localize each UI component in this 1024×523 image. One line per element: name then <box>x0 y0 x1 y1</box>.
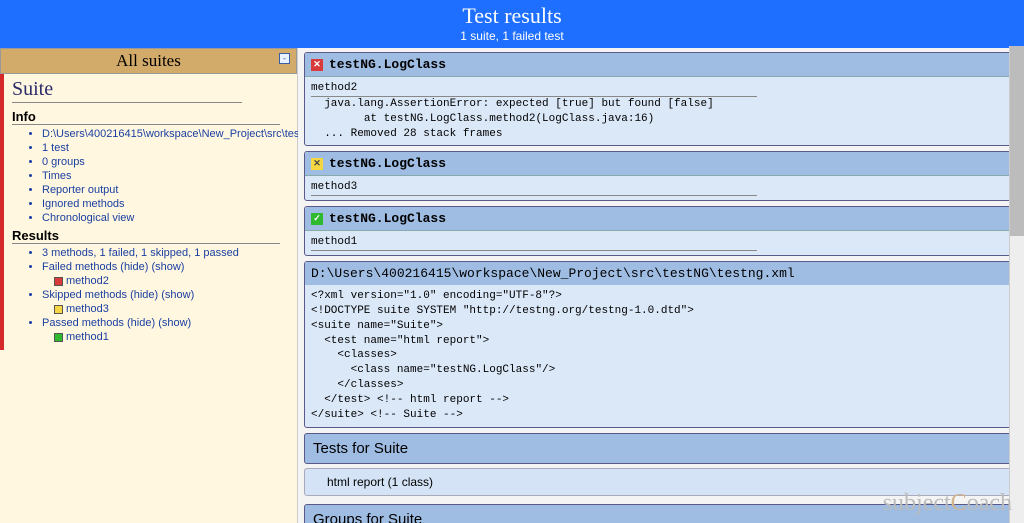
pass-icon <box>54 333 63 342</box>
fail-icon <box>54 277 63 286</box>
main-content: ✕ testNG.LogClass method2 java.lang.Asse… <box>298 48 1024 523</box>
class-name: testNG.LogClass <box>329 156 446 171</box>
xml-path-header: D:\Users\400216415\workspace\New_Project… <box>305 262 1015 285</box>
info-reporter-link[interactable]: Reporter output <box>42 184 118 196</box>
method-name: method3 <box>311 180 757 196</box>
error-line-1: java.lang.AssertionError: expected [true… <box>311 98 714 110</box>
sidebar: All suites - Suite Info D:\Users\4002164… <box>0 48 298 523</box>
info-label: Info <box>12 106 289 124</box>
header-subtitle: 1 suite, 1 failed test <box>0 29 1024 43</box>
suite-title: Suite <box>12 78 289 102</box>
xml-content: <?xml version="1.0" encoding="UTF-8"?> <… <box>305 285 1015 427</box>
results-summary: 3 methods, 1 failed, 1 skipped, 1 passed <box>42 247 239 259</box>
skip-status-icon: ✕ <box>311 158 323 170</box>
passed-method-link[interactable]: method1 <box>66 331 109 343</box>
skipped-method-link[interactable]: method3 <box>66 303 109 315</box>
suite-block: Suite Info D:\Users\400216415\workspace\… <box>0 74 297 350</box>
method-name: method2 <box>311 81 757 97</box>
skipped-test-panel: ✕ testNG.LogClass method3 <box>304 151 1016 201</box>
panel-header[interactable]: ✓ testNG.LogClass <box>305 207 1015 231</box>
info-list: D:\Users\400216415\workspace\New_Project… <box>12 127 289 225</box>
failed-hide-link[interactable]: (hide) <box>120 261 148 273</box>
failed-method-link[interactable]: method2 <box>66 275 109 287</box>
passed-test-panel: ✓ testNG.LogClass method1 <box>304 206 1016 256</box>
page-title: Test results <box>0 3 1024 29</box>
info-groups: 0 groups <box>42 156 85 168</box>
groups-for-suite-header: Groups for Suite <box>304 504 1016 523</box>
collapse-icon[interactable]: - <box>279 53 290 64</box>
panel-header[interactable]: ✕ testNG.LogClass <box>305 152 1015 176</box>
passed-hide-link[interactable]: (hide) <box>127 317 155 329</box>
error-line-2: at testNG.LogClass.method2(LogClass.java… <box>311 113 654 125</box>
fail-status-icon: ✕ <box>311 59 323 71</box>
panel-body: method3 <box>305 176 1015 200</box>
header: Test results 1 suite, 1 failed test <box>0 0 1024 48</box>
skipped-show-link[interactable]: (show) <box>161 289 194 301</box>
passed-show-link[interactable]: (show) <box>158 317 191 329</box>
error-line-3: ... Removed 28 stack frames <box>311 128 502 140</box>
all-suites-label: All suites <box>116 51 181 70</box>
skipped-methods-label: Skipped methods <box>42 289 127 301</box>
info-times-link[interactable]: Times <box>42 170 72 182</box>
all-suites-header[interactable]: All suites - <box>0 48 297 74</box>
info-chrono-link[interactable]: Chronological view <box>42 212 134 224</box>
info-ignored-link[interactable]: Ignored methods <box>42 198 125 210</box>
failed-methods-label: Failed methods <box>42 261 117 273</box>
method-name: method1 <box>311 235 757 251</box>
tests-for-suite-header: Tests for Suite <box>304 433 1016 464</box>
class-name: testNG.LogClass <box>329 57 446 72</box>
failed-test-panel: ✕ testNG.LogClass method2 java.lang.Asse… <box>304 52 1016 146</box>
scroll-thumb[interactable] <box>1010 46 1024 236</box>
panel-header[interactable]: ✕ testNG.LogClass <box>305 53 1015 77</box>
panel-body: method1 <box>305 231 1015 255</box>
info-tests-link[interactable]: 1 test <box>42 142 69 154</box>
results-list: 3 methods, 1 failed, 1 skipped, 1 passed… <box>12 246 289 344</box>
scrollbar[interactable] <box>1009 46 1024 523</box>
skip-icon <box>54 305 63 314</box>
pass-status-icon: ✓ <box>311 213 323 225</box>
skipped-hide-link[interactable]: (hide) <box>130 289 158 301</box>
panel-body: method2 java.lang.AssertionError: expect… <box>305 77 1015 145</box>
results-label: Results <box>12 225 289 243</box>
failed-show-link[interactable]: (show) <box>151 261 184 273</box>
tests-row[interactable]: html report (1 class) <box>304 468 1016 496</box>
xml-panel: D:\Users\400216415\workspace\New_Project… <box>304 261 1016 428</box>
class-name: testNG.LogClass <box>329 211 446 226</box>
passed-methods-label: Passed methods <box>42 317 124 329</box>
